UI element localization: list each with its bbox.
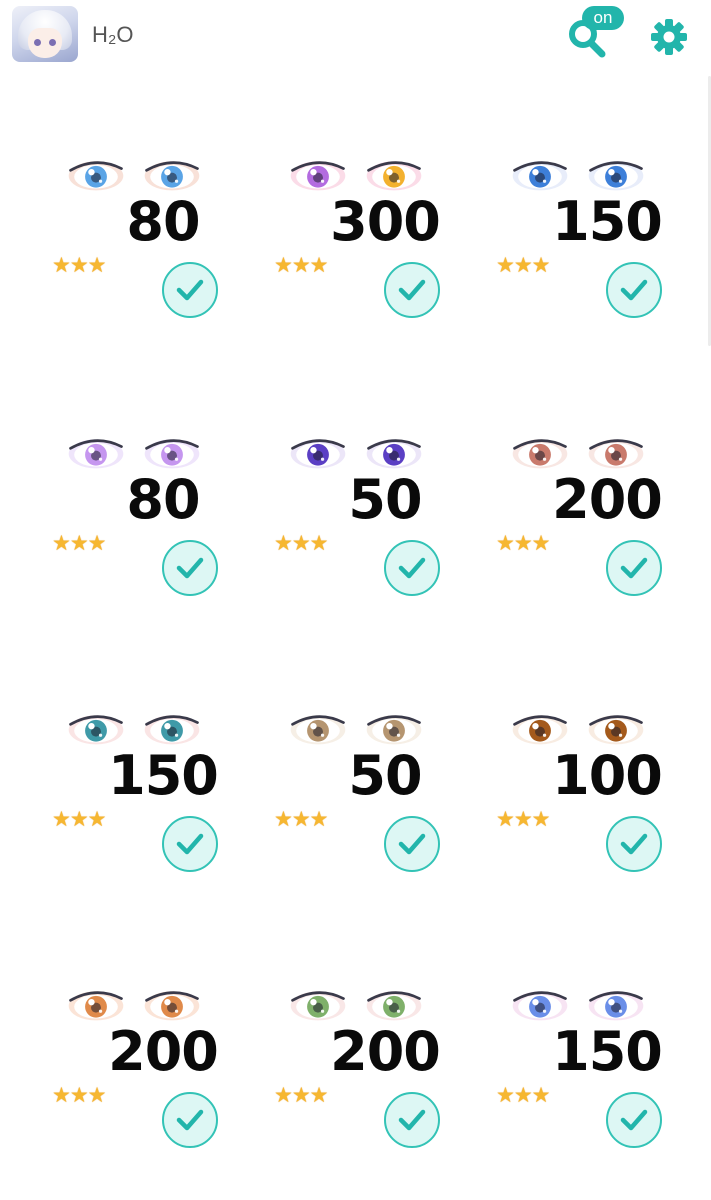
select-check-button[interactable] <box>384 540 440 596</box>
select-check-button[interactable] <box>384 262 440 318</box>
eye-item-card[interactable]: 80 ★★★ <box>52 424 274 624</box>
rarity-stars: ★★★ <box>52 253 106 277</box>
select-check-button[interactable] <box>162 540 218 596</box>
eye-item-card[interactable]: 300 ★★★ <box>274 146 496 346</box>
rarity-stars: ★★★ <box>52 1083 106 1107</box>
left-eye-icon <box>512 439 568 469</box>
rarity-stars: ★★★ <box>274 1083 328 1107</box>
price-label: 200 <box>552 468 663 531</box>
select-check-button[interactable] <box>162 1092 218 1148</box>
right-eye-icon <box>588 439 644 469</box>
left-eye-icon <box>512 161 568 191</box>
rarity-stars: ★★★ <box>496 807 550 831</box>
eye-item-card[interactable]: 100 ★★★ <box>496 700 711 900</box>
eye-item-card[interactable]: 150 ★★★ <box>52 700 274 900</box>
price-label: 300 <box>330 190 441 253</box>
right-eye-icon <box>366 715 422 745</box>
price-label: 150 <box>108 744 219 807</box>
rarity-stars: ★★★ <box>274 807 328 831</box>
right-eye-icon <box>588 991 644 1021</box>
price-label: 200 <box>108 1020 219 1083</box>
left-eye-icon <box>290 161 346 191</box>
right-eye-icon <box>588 161 644 191</box>
checkmark-icon <box>176 557 204 579</box>
right-eye-icon <box>144 715 200 745</box>
rarity-stars: ★★★ <box>274 531 328 555</box>
select-check-button[interactable] <box>162 262 218 318</box>
item-grid: 80 ★★★ 300 ★★★ 150 ★★★ 80 ★★★ 50 ★★★ 200 ★★★ 150 ★★★ 5… <box>0 0 711 1200</box>
checkmark-icon <box>620 833 648 855</box>
select-check-button[interactable] <box>606 1092 662 1148</box>
left-eye-icon <box>68 715 124 745</box>
price-label: 50 <box>348 744 422 807</box>
left-eye-icon <box>290 439 346 469</box>
price-label: 80 <box>126 468 200 531</box>
price-label: 200 <box>330 1020 441 1083</box>
right-eye-icon <box>588 715 644 745</box>
left-eye-icon <box>68 161 124 191</box>
price-label: 50 <box>348 468 422 531</box>
checkmark-icon <box>620 279 648 301</box>
right-eye-icon <box>144 991 200 1021</box>
rarity-stars: ★★★ <box>496 253 550 277</box>
select-check-button[interactable] <box>606 540 662 596</box>
checkmark-icon <box>398 833 426 855</box>
rarity-stars: ★★★ <box>52 807 106 831</box>
eye-item-card[interactable]: 50 ★★★ <box>274 424 496 624</box>
left-eye-icon <box>512 991 568 1021</box>
checkmark-icon <box>620 557 648 579</box>
right-eye-icon <box>144 439 200 469</box>
checkmark-icon <box>176 1109 204 1131</box>
eye-item-card[interactable]: 200 ★★★ <box>52 976 274 1176</box>
rarity-stars: ★★★ <box>496 1083 550 1107</box>
rarity-stars: ★★★ <box>496 531 550 555</box>
eye-item-card[interactable]: 200 ★★★ <box>496 424 711 624</box>
eye-item-card[interactable]: 200 ★★★ <box>274 976 496 1176</box>
select-check-button[interactable] <box>606 262 662 318</box>
checkmark-icon <box>620 1109 648 1131</box>
right-eye-icon <box>366 439 422 469</box>
select-check-button[interactable] <box>384 1092 440 1148</box>
checkmark-icon <box>398 557 426 579</box>
left-eye-icon <box>68 439 124 469</box>
checkmark-icon <box>398 279 426 301</box>
right-eye-icon <box>144 161 200 191</box>
select-check-button[interactable] <box>384 816 440 872</box>
left-eye-icon <box>290 991 346 1021</box>
price-label: 150 <box>552 190 663 253</box>
eye-item-card[interactable]: 50 ★★★ <box>274 700 496 900</box>
rarity-stars: ★★★ <box>52 531 106 555</box>
left-eye-icon <box>290 715 346 745</box>
left-eye-icon <box>512 715 568 745</box>
checkmark-icon <box>176 833 204 855</box>
select-check-button[interactable] <box>606 816 662 872</box>
checkmark-icon <box>176 279 204 301</box>
price-label: 150 <box>552 1020 663 1083</box>
rarity-stars: ★★★ <box>274 253 328 277</box>
left-eye-icon <box>68 991 124 1021</box>
right-eye-icon <box>366 991 422 1021</box>
price-label: 100 <box>552 744 663 807</box>
checkmark-icon <box>398 1109 426 1131</box>
eye-item-card[interactable]: 80 ★★★ <box>52 146 274 346</box>
select-check-button[interactable] <box>162 816 218 872</box>
price-label: 80 <box>126 190 200 253</box>
eye-item-card[interactable]: 150 ★★★ <box>496 976 711 1176</box>
eye-item-card[interactable]: 150 ★★★ <box>496 146 711 346</box>
right-eye-icon <box>366 161 422 191</box>
